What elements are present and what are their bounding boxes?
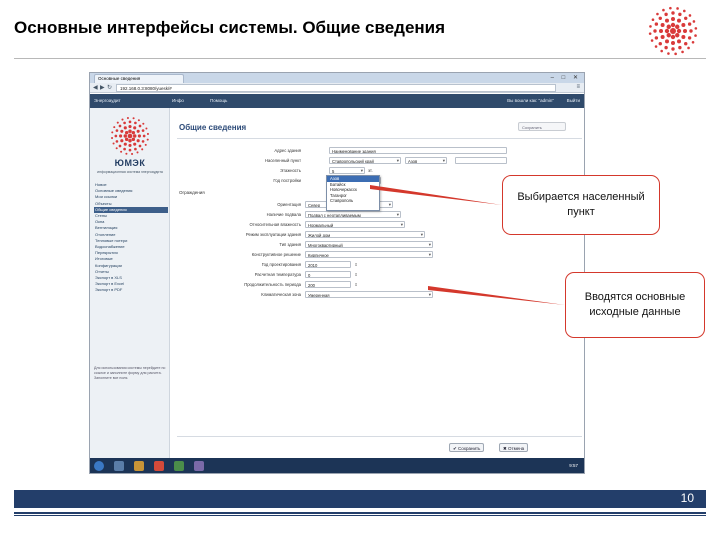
form-field[interactable]: 0 [305,271,351,278]
region-select[interactable]: Ставропольский край [329,157,401,164]
callout-input-data: Вводятся основные исходные данные [565,272,705,338]
section-heading: Ограждения [179,190,205,195]
nav-item-info[interactable]: Инфо [172,98,184,103]
footer-divider [177,436,582,437]
slide-title: Основные интерфейсы системы. Общие сведе… [14,18,446,37]
form-field[interactable]: Нормальный [305,221,405,228]
taskbar-clock: 9:57 [569,463,578,468]
page-number: 10 [680,491,694,505]
taskbar-app-icon[interactable] [194,461,204,471]
floors-unit: эт. [368,168,373,173]
form-field[interactable]: Умеренная [305,291,433,298]
spinner-icon[interactable]: ⇕ [353,281,359,288]
browser-tab[interactable]: Основные сведения [94,74,184,83]
logout-link[interactable]: Выйти [567,98,580,103]
footer-rule [14,515,706,516]
brand-subtitle: информационная система энергоаудита [97,170,163,174]
nav-item-help[interactable]: Помощь [210,98,227,103]
form-field[interactable]: Кирпичное [305,251,433,258]
field-label: Тип здания [279,242,301,247]
field-label: Адрес здания [274,148,301,153]
sidebar-item[interactable]: Мои ссылки [94,194,168,200]
header-save-pill[interactable]: Сохранить [518,122,566,131]
city-extra-input[interactable] [455,157,507,164]
form-field[interactable]: Жилой дом [305,231,425,238]
taskbar-app-icon[interactable] [134,461,144,471]
footer-rule [14,512,706,514]
city-dropdown[interactable]: Азов Батайск Новочеркасск Таганрог Ставропол… [326,175,380,211]
form-field[interactable]: 2010 [305,261,351,268]
field-label: Год проектирования [261,262,301,267]
sidebar: ЮМЭК информационная система энергоаудита… [90,108,170,458]
taskbar-app-icon[interactable] [174,461,184,471]
city-select[interactable]: Азов [405,157,447,164]
field-label: Расчетная температура [254,272,301,277]
dropdown-option[interactable]: Ставрополь [327,198,379,204]
spinner-icon[interactable]: ⇕ [353,271,359,278]
form-field[interactable]: Подвал с неотапливаемым [305,211,401,218]
company-logo [648,6,698,56]
field-label: Климатическая зона [261,292,301,297]
field-label: Населенный пункт [264,158,301,163]
form-field[interactable]: Многоквартирный [305,241,433,248]
brand-name: ЮМЭК [114,158,146,168]
form-field[interactable]: 200 [305,281,351,288]
sidebar-note: Для использования системы перейдите по с… [94,366,166,380]
main-content: Общие сведения Сохранить Адрес здания На… [171,108,584,458]
field-label: Этажность [280,168,301,173]
sidebar-item[interactable]: Вентиляция [94,225,168,231]
application-screenshot: Основные сведения – □ ✕ ◀ ▶ ↻ 192.168.0.… [89,72,585,474]
forward-icon[interactable]: ▶ [100,84,105,91]
field-label: Режим эксплуатации здания [245,232,301,237]
footer-bar: 10 [14,490,706,508]
field-label: Относительная влажность [249,222,301,227]
address-bar[interactable]: 192.168.0.3:8080/yuesk/# [116,84,556,92]
current-user[interactable]: Вы вошли как: "admin" [507,98,554,103]
taskbar-app-icon[interactable] [114,461,124,471]
save-button[interactable]: ✔ Сохранить [449,443,485,452]
field-label: Конструктивное решение [251,252,301,257]
cancel-button[interactable]: ✖ Отмена [499,443,529,452]
header-divider [177,138,582,139]
address-input[interactable]: Наименование здания [329,147,507,154]
field-label: Ориентация [277,202,301,207]
taskbar-app-icon[interactable] [154,461,164,471]
save-button-label: Сохранить [458,445,481,451]
app-header: Энергоаудит Инфо Помощь Вы вошли как: "a… [90,94,584,108]
window-controls[interactable]: – □ ✕ [551,74,581,81]
floors-select[interactable]: 5 [329,167,365,174]
spinner-icon[interactable]: ⇕ [353,261,359,268]
sidebar-item[interactable]: Экспорт в PDF [94,287,168,293]
browser-tab-bar: Основные сведения – □ ✕ [90,73,584,83]
browser-nav-bar: ◀ ▶ ↻ 192.168.0.3:8080/yuesk/# ≡ [90,83,584,93]
taskbar: 9:57 [90,458,584,473]
page-title: Общие сведения [179,123,247,132]
back-icon[interactable]: ◀ [93,84,98,91]
nav-item-audit[interactable]: Энергоаудит [94,98,121,103]
field-label: Год постройки [273,178,301,183]
start-button-icon[interactable] [94,461,104,471]
field-label: Наличие подвала [266,212,301,217]
title-divider [14,58,706,59]
brand-logo-icon [111,117,149,155]
reload-icon[interactable]: ↻ [107,84,112,91]
sidebar-item[interactable]: Итоговые [94,256,168,262]
cancel-button-label: Отмена [508,445,525,451]
callout-city: Выбирается населенный пункт [502,175,660,235]
field-label: Продолжительность периода [244,282,301,287]
menu-icon[interactable]: ≡ [576,84,580,90]
